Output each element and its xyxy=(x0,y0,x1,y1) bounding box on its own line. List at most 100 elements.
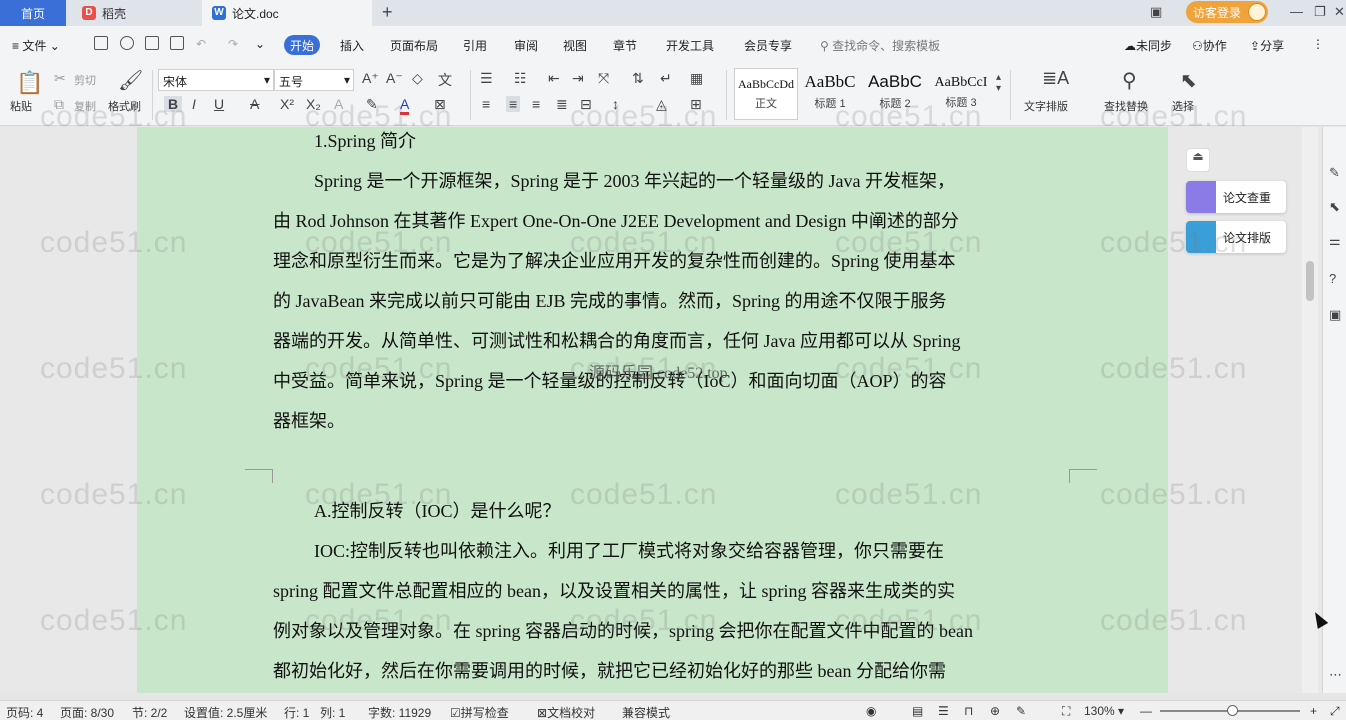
paper-check-button[interactable]: 论文查重 xyxy=(1186,181,1286,213)
page-view-icon[interactable]: ▤ xyxy=(912,704,923,718)
tab-page-layout[interactable]: 页面布局 xyxy=(390,37,438,54)
reading-view-icon[interactable]: ⊓ xyxy=(964,704,973,718)
eye-icon[interactable]: ◉ xyxy=(866,704,876,718)
show-marks-icon[interactable]: ↵ xyxy=(660,70,672,87)
font-size-select[interactable]: 五号 ▾ xyxy=(274,69,354,91)
write-mode-icon[interactable]: ✎ xyxy=(1016,704,1026,718)
minimize-icon[interactable]: — xyxy=(1290,4,1303,19)
shading-icon[interactable]: ◬ xyxy=(656,96,667,113)
font-color-icon[interactable]: A xyxy=(400,96,410,115)
select-arrow-icon[interactable]: ⬉ xyxy=(1329,199,1340,215)
close-icon[interactable]: ✕ xyxy=(1334,4,1345,20)
paper-layout-button[interactable]: 论文排版 xyxy=(1186,221,1286,253)
tab-start[interactable]: 开始 xyxy=(284,35,320,55)
tab-insert[interactable]: 插入 xyxy=(340,37,364,54)
status-row[interactable]: 行: 1 xyxy=(284,704,309,720)
status-section[interactable]: 节: 2/2 xyxy=(132,704,167,720)
grow-font-icon[interactable]: A⁺ xyxy=(362,70,379,87)
spell-check-button[interactable]: ☑拼写检查 xyxy=(450,704,509,720)
select-button[interactable]: 选择 xyxy=(1172,98,1194,114)
output-icon[interactable] xyxy=(120,36,134,50)
tab-developer[interactable]: 开发工具 xyxy=(666,37,714,54)
guest-login-button[interactable]: 访客登录 xyxy=(1186,1,1268,23)
edit-pen-icon[interactable]: ✎ xyxy=(1329,165,1340,181)
clear-format-icon[interactable]: ◇ xyxy=(412,70,423,87)
bold-icon[interactable]: B xyxy=(164,96,183,112)
window-list-icon[interactable]: ▣ xyxy=(1150,4,1162,20)
strikethrough-icon[interactable]: A xyxy=(250,96,259,112)
format-painter-button[interactable]: 格式刷 xyxy=(108,98,141,114)
find-replace-button[interactable]: 查找替换 xyxy=(1104,98,1148,114)
paste-button[interactable]: 粘贴 xyxy=(10,98,32,114)
distributed-icon[interactable]: ⊟ xyxy=(580,96,592,113)
quick-access-more-icon[interactable]: ⌄ xyxy=(255,37,265,51)
zoom-out-icon[interactable]: — xyxy=(1140,704,1152,718)
add-tab-icon[interactable]: + xyxy=(382,2,393,23)
print-preview-icon[interactable] xyxy=(170,36,184,50)
zoom-slider-handle[interactable] xyxy=(1227,705,1238,716)
copy-button[interactable]: 复制 xyxy=(74,98,96,114)
share-button[interactable]: ⇪分享 xyxy=(1250,37,1284,54)
more-dots-icon[interactable]: ⋯ xyxy=(1329,667,1342,683)
tab-chapter[interactable]: 章节 xyxy=(613,37,637,54)
font-name-select[interactable]: 宋体 ▾ xyxy=(158,69,274,91)
table-border-icon[interactable]: ▦ xyxy=(690,70,703,87)
borders-icon[interactable]: ⊞ xyxy=(690,96,702,113)
style-heading-1[interactable]: AaBbC 标题 1 xyxy=(800,68,860,120)
bullets-icon[interactable]: ☰ xyxy=(480,70,493,87)
char-border-icon[interactable]: ⊠ xyxy=(434,96,446,113)
style-heading-3[interactable]: AaBbCcI 标题 3 xyxy=(930,68,992,120)
vertical-scrollbar[interactable] xyxy=(1302,127,1318,693)
subscript-icon[interactable]: X₂ xyxy=(306,96,321,112)
file-menu[interactable]: ≡ 文件 ⌄ xyxy=(12,37,60,54)
style-normal[interactable]: AaBbCcDd 正文 xyxy=(734,68,798,120)
format-painter-icon[interactable]: 🖌 xyxy=(118,68,143,93)
styles-scroll-icon[interactable]: ▴ ▾ xyxy=(996,72,1001,94)
superscript-icon[interactable]: X² xyxy=(280,96,294,112)
line-spacing-icon[interactable]: ↕ xyxy=(612,96,619,112)
magnifier-icon[interactable]: ⚲ xyxy=(1122,68,1137,93)
align-right-icon[interactable]: ≡ xyxy=(532,96,540,112)
save-icon[interactable] xyxy=(94,36,108,50)
text-layout-button[interactable]: 文字排版 xyxy=(1024,98,1068,114)
collapse-panel-icon[interactable]: ⏏ xyxy=(1186,148,1210,172)
status-setting[interactable]: 设置值: 2.5厘米 xyxy=(184,704,267,720)
image-tool-icon[interactable]: ▣ xyxy=(1329,307,1341,323)
tab-member[interactable]: 会员专享 xyxy=(744,37,792,54)
align-center-icon[interactable]: ≡ xyxy=(506,96,521,112)
outline-view-icon[interactable]: ☰ xyxy=(938,704,949,718)
command-search[interactable]: ⚲ 查找命令、搜索模板 xyxy=(820,37,940,54)
redo-icon[interactable]: ↷ xyxy=(228,37,238,51)
tab-home[interactable]: 首页 xyxy=(0,0,66,26)
status-page[interactable]: 页面: 8/30 xyxy=(60,704,114,720)
undo-icon[interactable]: ↶ xyxy=(196,37,206,51)
outdent-icon[interactable]: ⇤ xyxy=(548,70,560,87)
status-col[interactable]: 列: 1 xyxy=(320,704,345,720)
sort-icon[interactable]: ⇅ xyxy=(632,70,644,87)
tab-view[interactable]: 视图 xyxy=(563,37,587,54)
cut-button[interactable]: 剪切 xyxy=(74,72,96,88)
status-page-number[interactable]: 页码: 4 xyxy=(6,704,43,720)
tab-review[interactable]: 审阅 xyxy=(514,37,538,54)
doc-proof-button[interactable]: ⊠文档校对 xyxy=(537,704,595,720)
print-icon[interactable] xyxy=(145,36,159,50)
fullscreen-icon[interactable]: ⤢ xyxy=(1330,704,1340,719)
highlight-icon[interactable]: ✎ xyxy=(366,96,378,113)
collab-button[interactable]: ⚇协作 xyxy=(1192,37,1227,54)
text-layout-icon[interactable]: ≣A xyxy=(1042,68,1069,89)
restore-icon[interactable]: ❐ xyxy=(1314,4,1326,20)
indent-icon[interactable]: ⇥ xyxy=(572,70,584,87)
chinese-layout-icon[interactable]: ⤧ xyxy=(598,70,609,87)
zoom-level[interactable]: 130% ▾ xyxy=(1084,704,1124,718)
paste-icon[interactable]: 📋 xyxy=(16,70,43,96)
underline-icon[interactable]: U xyxy=(214,96,224,112)
document-page[interactable]: 1.Spring 简介 Spring 是一个开源框架，Spring 是于 200… xyxy=(137,127,1168,693)
sync-button[interactable]: ☁未同步 xyxy=(1124,37,1172,54)
numbering-icon[interactable]: ☷ xyxy=(514,70,527,87)
align-left-icon[interactable]: ≡ xyxy=(482,96,490,112)
status-word-count[interactable]: 字数: 11929 xyxy=(368,704,431,720)
tab-docer[interactable]: D 稻壳 xyxy=(68,0,200,26)
settings-sliders-icon[interactable]: ⚌ xyxy=(1329,233,1341,249)
more-icon[interactable]: ⋮ xyxy=(1312,37,1324,51)
zoom-in-icon[interactable]: + xyxy=(1310,704,1317,718)
